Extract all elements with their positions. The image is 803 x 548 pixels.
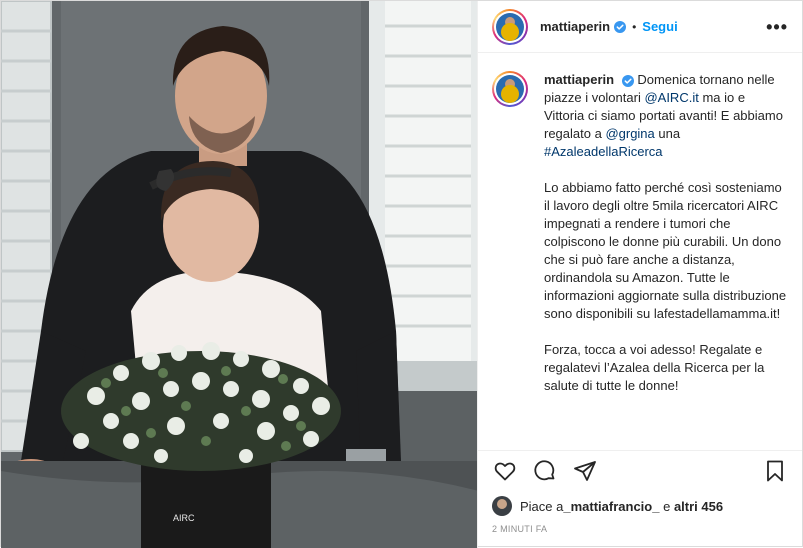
separator-dot: •	[632, 19, 637, 34]
liker-username[interactable]: _mattiafrancio_	[563, 499, 659, 514]
post-timestamp[interactable]: 2 MINUTI FA	[478, 518, 802, 548]
follow-button[interactable]: Segui	[642, 19, 677, 34]
hashtag-link[interactable]: #AzaleadellaRicerca	[544, 144, 663, 159]
caption-verified-badge-icon	[621, 74, 634, 87]
post-side-panel: mattiaperin • Segui ••• mattiaperin Dome…	[477, 1, 802, 548]
likes-others[interactable]: altri 456	[674, 499, 723, 514]
caption-username[interactable]: mattiaperin	[544, 72, 614, 87]
likes-middle: e	[659, 498, 674, 514]
header-username[interactable]: mattiaperin	[540, 19, 610, 34]
caption-avatar-ring[interactable]	[492, 71, 528, 107]
comments-area[interactable]: mattiaperin Domenica tornano nelle piazz…	[478, 53, 802, 450]
heart-icon[interactable]	[492, 458, 518, 484]
post-caption: mattiaperin Domenica tornano nelle piazz…	[544, 71, 788, 395]
caption-row: mattiaperin Domenica tornano nelle piazz…	[492, 71, 788, 395]
comment-icon[interactable]	[532, 458, 558, 484]
likes-row: Piace a _mattiafrancio_ e altri 456	[478, 490, 802, 518]
post-header: mattiaperin • Segui •••	[478, 1, 802, 53]
verified-badge-icon	[614, 20, 627, 33]
paper-plane-icon[interactable]	[572, 458, 598, 484]
caption-text-3: una	[654, 126, 681, 141]
avatar	[496, 12, 524, 41]
likes-prefix: Piace a	[520, 498, 564, 514]
liker-avatar[interactable]	[492, 496, 512, 516]
caption-avatar	[496, 75, 524, 103]
story-ring[interactable]	[492, 8, 528, 45]
instagram-post: AIRC mattiaperin • Segui ••• mattiaperin…	[0, 0, 803, 548]
mention-grgina[interactable]: @grgina	[605, 126, 654, 141]
pot-label: AIRC	[173, 513, 195, 523]
more-options-icon[interactable]: •••	[766, 18, 788, 36]
caption-paragraph-2: Lo abbiamo fatto perché così sosteniamo …	[544, 180, 787, 321]
bookmark-icon[interactable]	[762, 458, 788, 484]
post-photo[interactable]: AIRC	[1, 1, 477, 548]
mention-airc[interactable]: @AIRC.it	[644, 90, 698, 105]
action-bar	[478, 450, 802, 490]
caption-paragraph-3: Forza, tocca a voi adesso! Regalate e re…	[544, 342, 765, 393]
